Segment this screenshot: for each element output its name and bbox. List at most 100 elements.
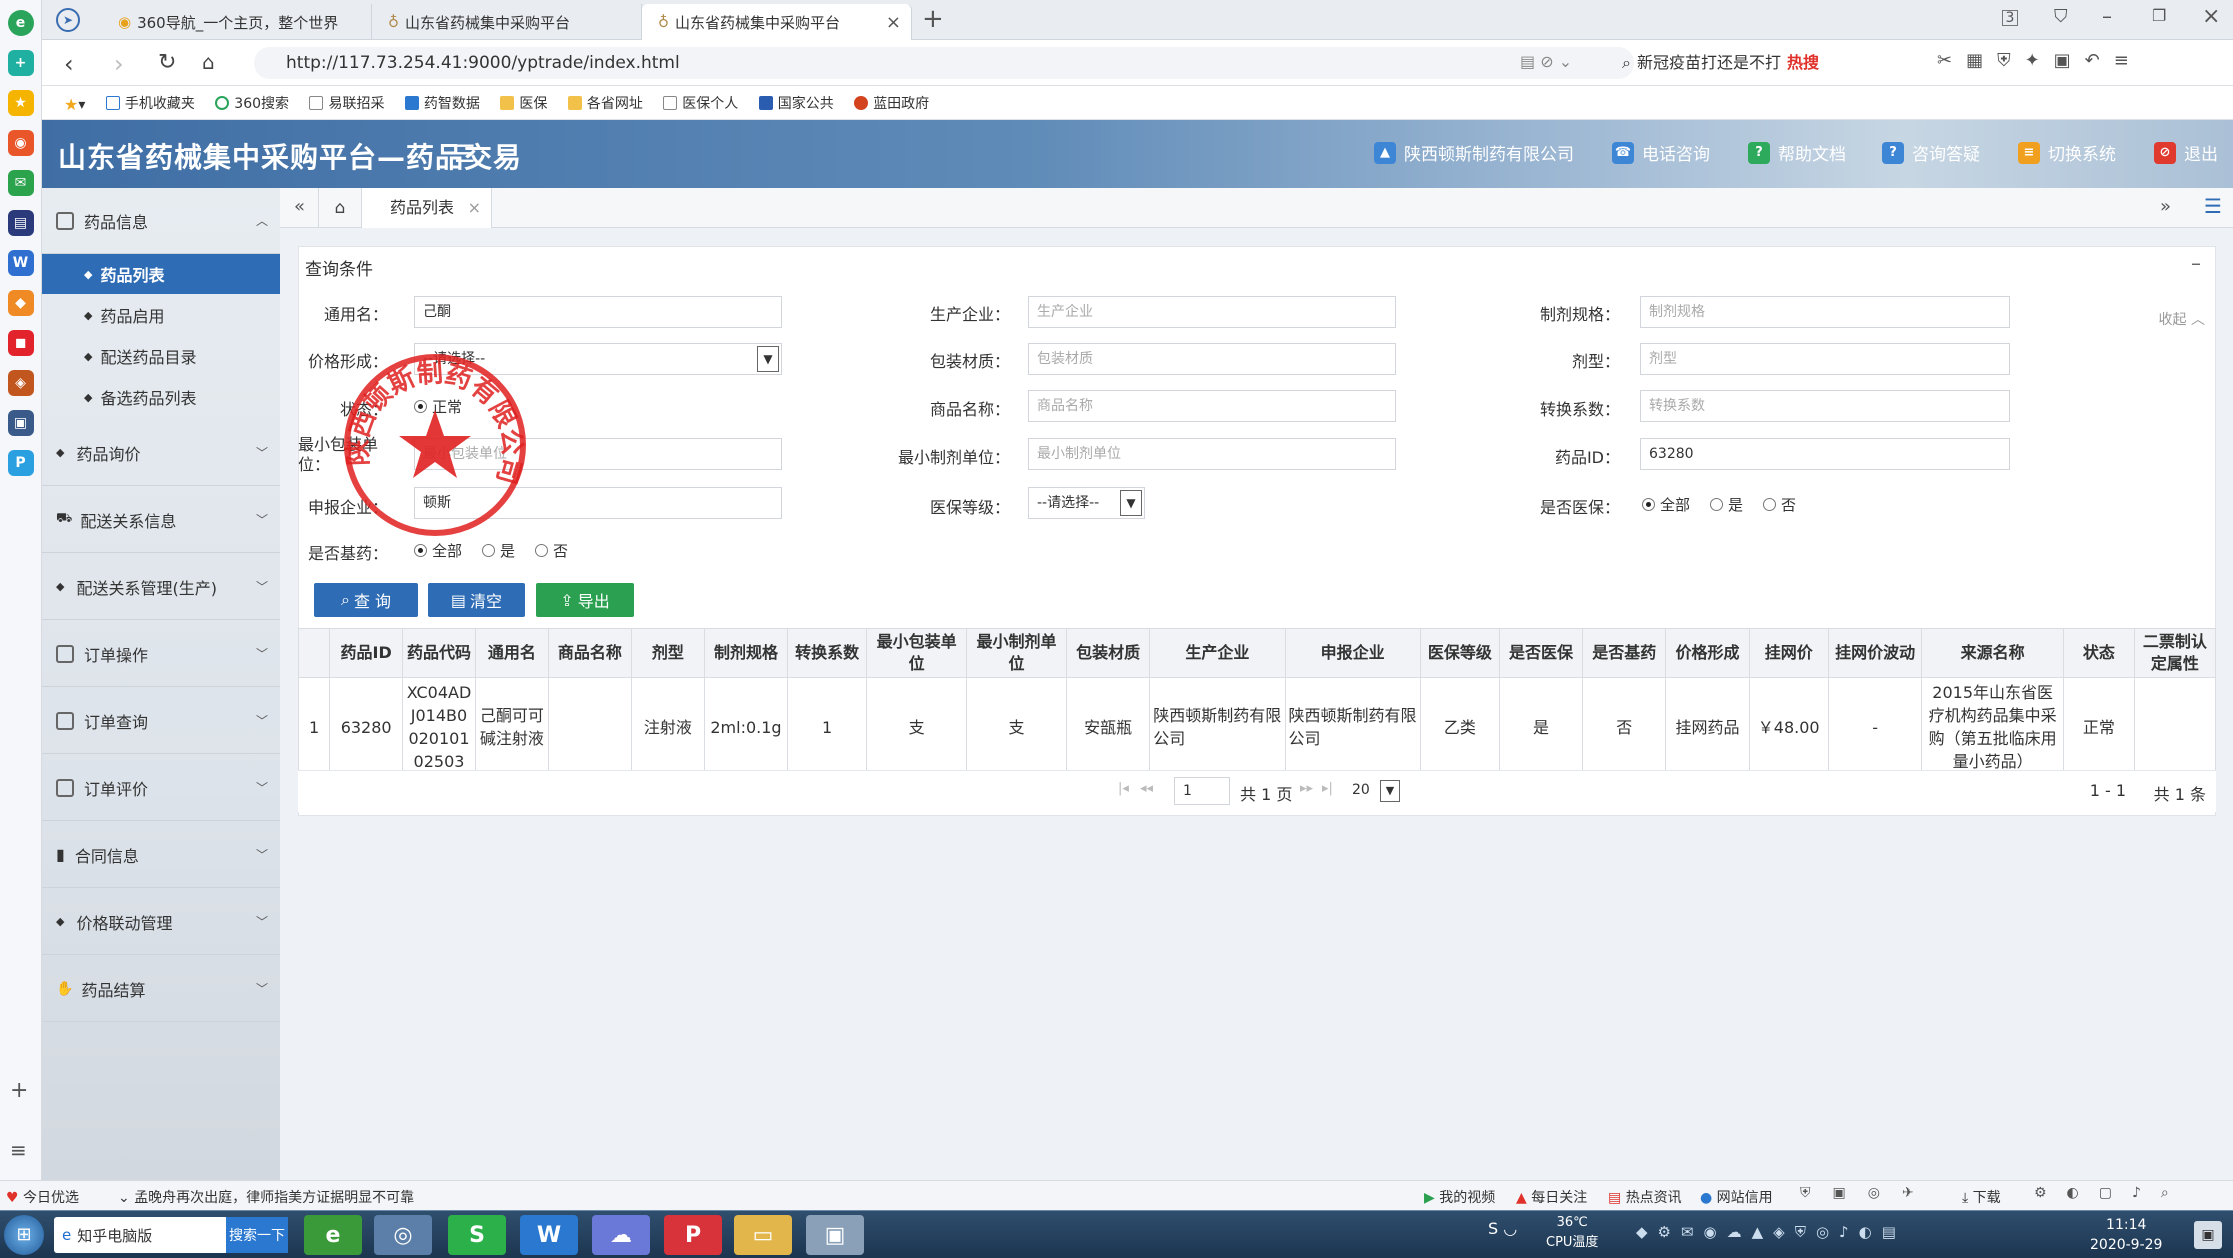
tab-count-icon[interactable]: 3 xyxy=(2002,10,2018,26)
sidebar-item-delivery-catalog[interactable]: ◆ 配送药品目录 xyxy=(42,336,280,376)
sidebar-item-backup-list[interactable]: ◆ 备选药品列表 xyxy=(42,377,280,417)
scroll-right-icon[interactable]: » xyxy=(2160,196,2171,217)
page-size-select[interactable]: 20 ▼ xyxy=(1344,777,1402,805)
restore-icon[interactable]: ❐ xyxy=(2152,6,2166,25)
browser-tab-1[interactable]: ◉ 360导航_一个主页，整个世界 xyxy=(102,4,372,40)
clock[interactable]: 11:14 2020-9-29 xyxy=(2090,1215,2162,1255)
col-header[interactable]: 制剂规格 xyxy=(703,628,789,678)
col-header[interactable]: 医保等级 xyxy=(1419,628,1500,678)
spec-input[interactable]: 制剂规格 xyxy=(1640,296,2010,328)
bookmark-item[interactable]: 药智数据 xyxy=(404,86,480,120)
word-app-icon[interactable]: W xyxy=(7,250,34,276)
browser-taskbar-icon[interactable]: e xyxy=(304,1215,362,1255)
status-more-icons[interactable]: ⚙◐▢♪⌕ xyxy=(2034,1185,2189,1201)
star-app-icon[interactable]: ★ xyxy=(7,90,34,116)
radio-no[interactable]: 否 xyxy=(535,540,568,561)
col-header[interactable]: 是否医保 xyxy=(1498,628,1584,678)
news-ticker[interactable]: ⌄ 孟晚舟再次出庭，律师指美方证据明显不可靠 xyxy=(118,1187,414,1207)
sheet-app-icon[interactable]: S xyxy=(448,1215,506,1255)
col-header[interactable]: 生产企业 xyxy=(1149,628,1286,678)
home-icon[interactable]: ⌂ xyxy=(202,50,215,74)
notification-icon[interactable]: ▣ xyxy=(2194,1221,2222,1249)
logout-link[interactable]: ⊘ 退出 xyxy=(2154,140,2218,165)
sidebar-group-order-ops[interactable]: 订单操作 ﹀ xyxy=(42,621,280,687)
col-header[interactable]: 最小制剂单位 xyxy=(966,628,1067,678)
refresh-icon[interactable]: ↻ xyxy=(158,50,176,75)
bookmark-star-icon[interactable]: ★ ▾ xyxy=(64,88,85,122)
collapse-toggle[interactable]: 收起 ︿ xyxy=(2159,309,2205,329)
company-account[interactable]: ▲ 陕西顿斯制药有限公司 xyxy=(1374,140,1574,165)
sidebar-item-drug-list[interactable]: ◆ 药品列表 xyxy=(42,254,280,294)
page-tools-icon[interactable]: ▤ ⊘ ⌄ xyxy=(1520,52,1572,71)
scroll-left-icon[interactable]: « xyxy=(294,196,305,217)
table-row[interactable]: 1 63280 XC04ADJ014B002010102503 己酮可可碱注射液… xyxy=(297,677,2217,777)
prev-page-icon[interactable]: ◂◂ xyxy=(1140,781,1153,796)
col-header[interactable]: 二票制认定属性 xyxy=(2133,628,2217,678)
daily-follow-link[interactable]: ▲ 每日关注 xyxy=(1516,1187,1587,1207)
status-tool-icons[interactable]: ⛨▣◎✈ xyxy=(1800,1185,1936,1201)
tab-drug-list[interactable]: 药品列表 × xyxy=(362,188,492,228)
bookmark-item[interactable]: 国家公共 xyxy=(758,86,834,120)
help-doc-link[interactable]: ? 帮助文档 xyxy=(1748,140,1846,165)
game2-app-icon[interactable]: ◈ xyxy=(7,370,34,396)
bookmark-item[interactable]: 手机收藏夹 xyxy=(105,86,195,120)
first-page-icon[interactable]: |◂ xyxy=(1118,781,1129,796)
sidebar-group-contract[interactable]: ▮ 合同信息 ﹀ xyxy=(42,822,280,888)
url-field[interactable]: http://117.73.254.41:9000/yptrade/index.… xyxy=(254,47,1634,79)
drug-id-input[interactable]: 63280 xyxy=(1640,438,2010,470)
bookmark-item[interactable]: 蓝田政府 xyxy=(854,86,929,120)
col-header[interactable]: 来源名称 xyxy=(1921,628,2064,678)
mail-icon[interactable]: ✉ xyxy=(7,170,34,196)
switch-system-link[interactable]: ≡ 切换系统 xyxy=(2018,140,2116,165)
sidebar-group-order-review[interactable]: 订单评价 ﹀ xyxy=(42,755,280,821)
start-button-icon[interactable]: ⊞ xyxy=(4,1215,44,1255)
sidebar-group-drug-info[interactable]: 药品信息 ︿ xyxy=(42,188,280,254)
pay-app-icon[interactable]: P xyxy=(7,450,34,476)
sidebar-item-drug-enable[interactable]: ◆ 药品启用 xyxy=(42,295,280,335)
bookmark-item[interactable]: 易联招采 xyxy=(309,86,384,120)
plus-app-icon[interactable]: + xyxy=(7,50,34,76)
bookmark-item[interactable]: 360搜索 xyxy=(215,86,289,120)
col-header[interactable]: 通用名 xyxy=(474,628,549,678)
col-header[interactable]: 最小包装单位 xyxy=(866,628,968,678)
sidebar-group-settlement[interactable]: ✋ 药品结算 ﹀ xyxy=(42,956,280,1022)
panel-minimize-icon[interactable]: – xyxy=(2191,251,2201,275)
col-header[interactable]: 挂网价 xyxy=(1748,628,1829,678)
sidebar-group-order-query[interactable]: 订单查询 ﹀ xyxy=(42,688,280,754)
game3-app-icon[interactable]: ▣ xyxy=(7,410,34,436)
browser-logo-icon[interactable]: e xyxy=(7,10,34,36)
app-taskbar-icon[interactable]: ◎ xyxy=(374,1215,432,1255)
game-app-icon[interactable]: ◆ xyxy=(7,290,34,316)
add-icon[interactable]: + xyxy=(10,1078,28,1103)
browser-search-box[interactable]: ⌕ 新冠疫苗打还是不打 热搜 xyxy=(1622,47,1912,79)
radio-yes[interactable]: 是 xyxy=(1710,494,1743,515)
bookmark-item[interactable]: 医保 xyxy=(500,86,547,120)
browser-tab-3[interactable]: ♁ 山东省药械集中采购平台 × xyxy=(642,4,912,40)
col-header[interactable]: 价格形成 xyxy=(1665,628,1750,678)
export-button[interactable]: ⇪ 导出 xyxy=(536,583,634,617)
col-header[interactable]: 转换系数 xyxy=(787,628,868,678)
phone-link[interactable]: ☎ 电话咨询 xyxy=(1612,140,1710,165)
col-header[interactable]: 商品名称 xyxy=(547,628,633,678)
radio-yes[interactable]: 是 xyxy=(482,540,515,561)
word-app-icon[interactable]: W xyxy=(520,1215,578,1255)
back-icon[interactable]: ‹ xyxy=(64,50,74,78)
col-header[interactable]: 是否基药 xyxy=(1582,628,1667,678)
folder-app-icon[interactable]: ▭ xyxy=(734,1215,792,1255)
close-window-icon[interactable]: × xyxy=(2202,4,2220,29)
packaging-input[interactable]: 包装材质 xyxy=(1028,343,1396,375)
col-header[interactable]: 药品代码 xyxy=(402,628,476,678)
col-header[interactable]: 挂网价波动 xyxy=(1827,628,1923,678)
pdf-app-icon[interactable]: P xyxy=(664,1215,722,1255)
sidebar-group-price-link[interactable]: ◆ 价格联动管理 ﹀ xyxy=(42,889,280,955)
manufacturer-input[interactable]: 生产企业 xyxy=(1028,296,1396,328)
minimize-icon[interactable]: – xyxy=(2102,4,2112,28)
skin-icon[interactable]: ⛉ xyxy=(2054,6,2068,27)
ime-icon[interactable]: S ◡ xyxy=(1488,1219,1517,1238)
faq-link[interactable]: ? 咨询答疑 xyxy=(1882,140,1980,165)
news-app-icon[interactable]: ▤ xyxy=(7,210,34,236)
weibo-icon[interactable]: ◉ xyxy=(7,130,34,156)
new-tab-icon[interactable]: + xyxy=(922,4,944,34)
bookmark-item[interactable]: 医保个人 xyxy=(663,86,738,120)
radio-no[interactable]: 否 xyxy=(1763,494,1796,515)
